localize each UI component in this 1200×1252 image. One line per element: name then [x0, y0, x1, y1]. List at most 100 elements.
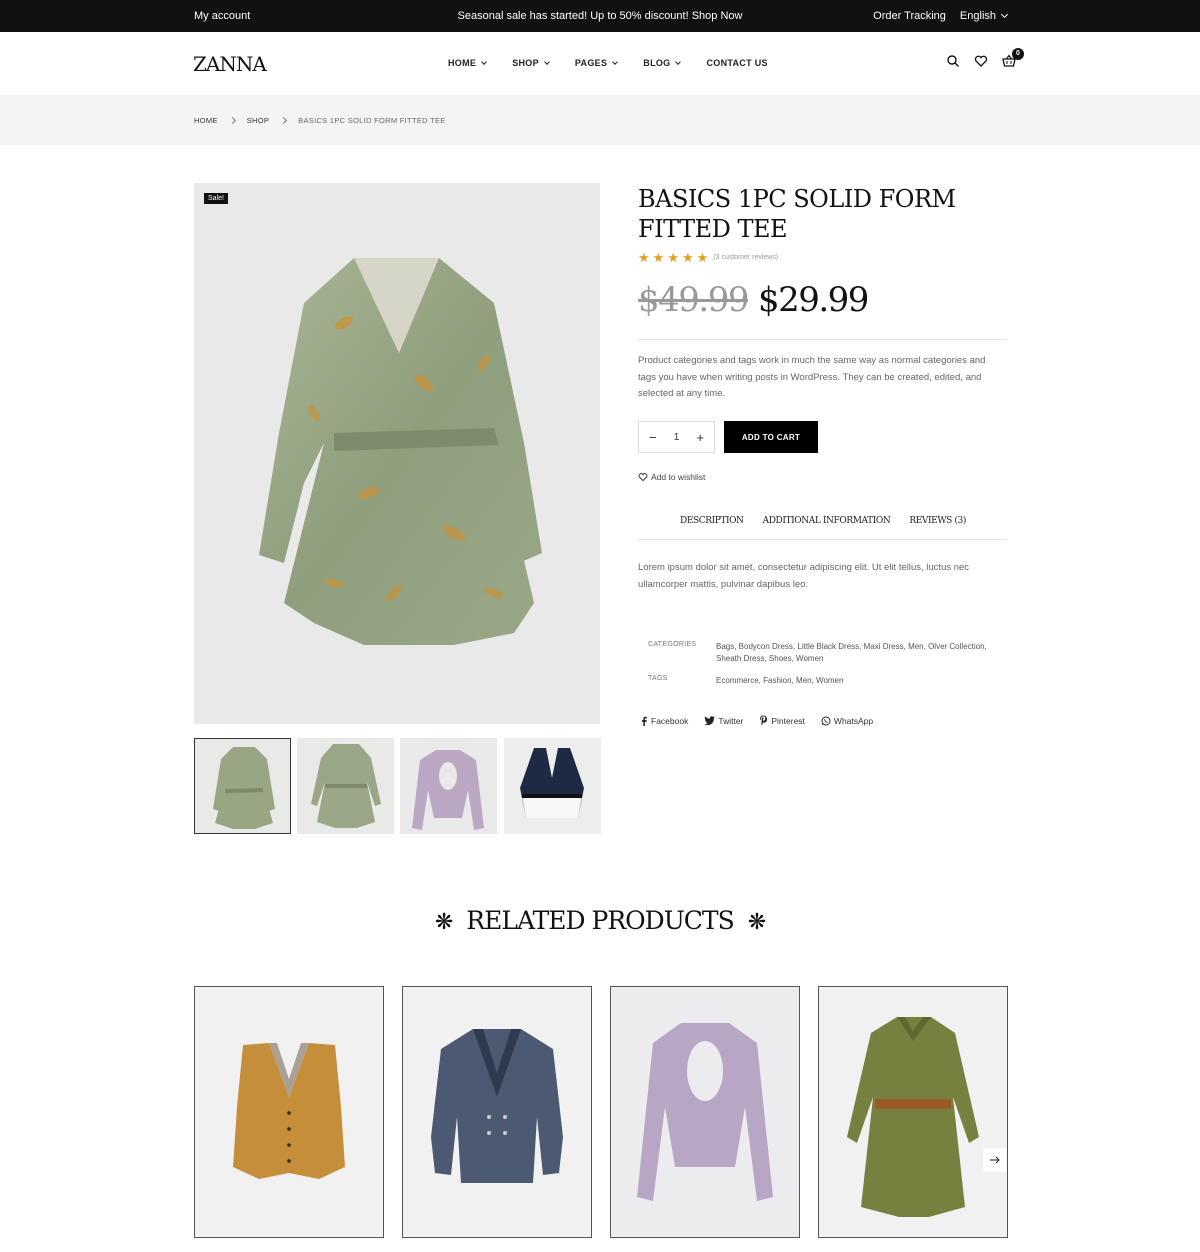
bodysuit-image: [611, 987, 799, 1237]
price: $49.99 $29.99: [638, 280, 869, 320]
related-product-card-3[interactable]: [610, 986, 800, 1238]
related-product-card-1[interactable]: [194, 986, 384, 1238]
sale-price: $29.99: [757, 280, 869, 320]
nav-label: SHOP: [512, 58, 539, 68]
increase-quantity-button[interactable]: +: [696, 430, 704, 445]
related-product-card-4[interactable]: [818, 986, 1008, 1238]
product-main-image[interactable]: Sale!: [194, 183, 600, 724]
share-links: Facebook Twitter Pinterest WhatsApp: [640, 715, 873, 726]
halter-top-thumbnail-image: [504, 738, 601, 834]
share-pinterest[interactable]: Pinterest: [759, 715, 805, 726]
wrap-dress-image: [194, 183, 600, 724]
wishlist-label: Add to wishlist: [651, 472, 706, 482]
nav-item-home[interactable]: HOME: [448, 58, 488, 68]
nav-label: BLOG: [643, 58, 671, 68]
cart-count-badge: 0: [1012, 48, 1024, 60]
decrease-quantity-button[interactable]: −: [649, 430, 657, 445]
product-tabs: DESCRIPTION ADDITIONAL INFORMATION REVIE…: [680, 516, 966, 526]
pinterest-icon: [760, 715, 768, 726]
divider: [638, 539, 1007, 540]
nav-label: PAGES: [574, 58, 608, 68]
nav-item-contact[interactable]: CONTACT US: [706, 58, 767, 68]
share-label: Pinterest: [771, 715, 805, 726]
chevron-down-icon: [1000, 10, 1009, 19]
basket-icon[interactable]: 0: [1002, 48, 1024, 68]
share-whatsapp[interactable]: WhatsApp: [821, 715, 873, 726]
tab-description-content: Lorem ipsum dolor sit amet, consectetur …: [638, 562, 970, 590]
old-price: $49.99: [638, 280, 749, 320]
tab-description[interactable]: DESCRIPTION: [680, 516, 744, 526]
breadcrumb: HOME SHOP BASICS 1PC SOLID FORM FITTED T…: [194, 116, 446, 125]
divider: [638, 339, 1007, 340]
nav-item-blog[interactable]: BLOG: [643, 58, 682, 68]
star-icon: ★: [638, 250, 650, 265]
heart-icon: [638, 473, 648, 482]
heart-icon[interactable]: [974, 54, 988, 68]
share-twitter[interactable]: Twitter: [704, 715, 743, 726]
star-icon: ★: [667, 250, 679, 265]
breadcrumb-bar: HOME SHOP BASICS 1PC SOLID FORM FITTED T…: [0, 95, 1200, 145]
chevron-down-icon: [675, 59, 682, 65]
product-title: BASICS 1PC SOLID FORM FITTED TEE: [638, 185, 956, 243]
twitter-icon: [704, 716, 716, 725]
bodysuit-thumbnail-image: [400, 738, 497, 834]
whatsapp-icon: [821, 716, 831, 725]
tab-reviews[interactable]: REVIEWS (3): [909, 516, 966, 526]
breadcrumb-shop[interactable]: SHOP: [247, 116, 269, 125]
nav-item-shop[interactable]: SHOP: [512, 58, 550, 68]
add-to-wishlist-link[interactable]: Add to wishlist: [638, 472, 705, 482]
tags-label: TAGS: [648, 675, 668, 682]
thumbnail-2[interactable]: [297, 738, 394, 834]
add-to-cart-button[interactable]: ADD TO CART: [724, 421, 818, 453]
top-bar: My account Seasonal sale has started! Up…: [0, 0, 1200, 32]
related-products-heading: ❋ RELATED PRODUCTS ❋: [0, 906, 1200, 935]
asterisk-ornament-icon: ❋: [434, 910, 453, 935]
tab-additional-information[interactable]: ADDITIONAL INFORMATION: [763, 516, 891, 526]
share-facebook[interactable]: Facebook: [640, 715, 688, 726]
rating: ★ ★ ★ ★ ★ (3 customer reviews): [638, 251, 778, 264]
thumbnail-4[interactable]: [504, 738, 601, 834]
chevron-down-icon: [481, 59, 488, 65]
share-label: Facebook: [651, 715, 689, 726]
site-header: ZANNA HOME SHOP PAGES BLOG CONTACT US 0: [0, 32, 1200, 95]
share-label: WhatsApp: [833, 715, 874, 726]
dress-back-thumbnail-image: [297, 738, 394, 834]
customer-reviews-link[interactable]: (3 customer reviews): [713, 254, 778, 261]
carousel-next-button[interactable]: [982, 1147, 1007, 1173]
chevron-right-icon: [280, 116, 288, 125]
categories-label: CATEGORIES: [648, 641, 697, 648]
language-selector[interactable]: English: [959, 10, 1009, 22]
arrow-right-icon: [989, 1156, 1000, 1164]
main-nav: HOME SHOP PAGES BLOG CONTACT US: [448, 58, 794, 68]
categories-value[interactable]: Bags, Bodycon Dress, Little Black Dress,…: [716, 641, 1006, 665]
quantity-value[interactable]: 1: [674, 432, 680, 443]
sale-badge: Sale!: [204, 193, 228, 204]
promo-banner[interactable]: Seasonal sale has started! Up to 50% dis…: [0, 10, 1200, 22]
facebook-icon: [641, 716, 647, 726]
product-short-description: Product categories and tags work in much…: [638, 355, 986, 399]
thumbnail-1[interactable]: [194, 738, 291, 834]
share-label: Twitter: [718, 715, 744, 726]
site-logo[interactable]: ZANNA: [193, 52, 267, 76]
header-icons: 0: [946, 48, 1024, 68]
related-products-title: RELATED PRODUCTS: [466, 906, 734, 935]
chevron-down-icon: [612, 59, 619, 65]
order-tracking-link[interactable]: Order Tracking: [873, 10, 946, 22]
star-icon: ★: [681, 250, 694, 265]
nav-label: HOME: [448, 58, 477, 68]
tags-value[interactable]: Ecommerce, Fashion, Men, Women: [716, 675, 1006, 687]
breadcrumb-current: BASICS 1PC SOLID FORM FITTED TEE: [298, 116, 446, 125]
quantity-stepper: − 1 +: [638, 421, 715, 453]
search-icon[interactable]: [946, 54, 960, 68]
related-product-card-2[interactable]: [402, 986, 592, 1238]
language-label: English: [959, 10, 996, 22]
thumbnail-3[interactable]: [400, 738, 497, 834]
chevron-right-icon: [228, 116, 236, 125]
tweed-blazer-image: [403, 987, 591, 1237]
shirt-dress-image: [819, 987, 1007, 1237]
dress-thumbnail-image: [195, 739, 290, 833]
nav-label: CONTACT US: [706, 58, 768, 68]
nav-item-pages[interactable]: PAGES: [574, 58, 619, 68]
breadcrumb-home[interactable]: HOME: [194, 116, 218, 125]
chevron-down-icon: [544, 59, 550, 65]
